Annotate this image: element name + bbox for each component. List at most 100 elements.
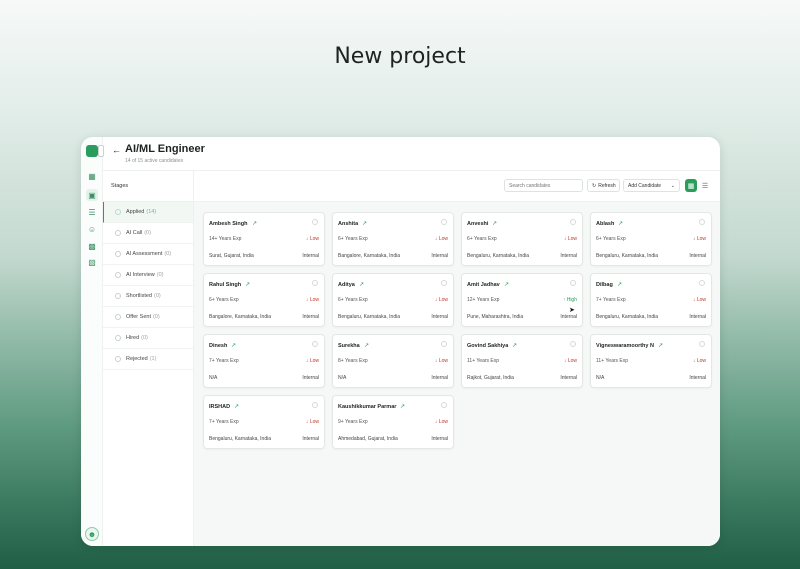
priority-label: Low — [309, 297, 319, 303]
stage-item[interactable]: Offer Sent (0) — [103, 307, 193, 328]
user-avatar-icon[interactable]: ☻ — [85, 527, 99, 541]
candidate-location: Surat, Gujarat, India — [209, 253, 254, 259]
select-checkbox[interactable] — [312, 280, 318, 286]
stage-item[interactable]: AI Assessment (0) — [103, 244, 193, 265]
external-link-icon[interactable]: ↗ — [492, 220, 497, 227]
candidate-experience: 12+ Years Exp — [467, 297, 500, 303]
main-content: ↻ Refresh Add Candidate ⌄ ▦ ☰ Ambesh Sin… — [194, 171, 720, 546]
stage-count: (0) — [164, 251, 172, 257]
external-link-icon[interactable]: ↗ — [252, 220, 257, 227]
external-link-icon[interactable]: ↗ — [234, 403, 239, 410]
external-link-icon[interactable]: ↗ — [364, 342, 369, 349]
select-checkbox[interactable] — [570, 219, 576, 225]
candidate-card[interactable]: Govind Sakhiya ↗ 11+ Years Exp ↓ Low Rajkot,… — [461, 334, 583, 388]
candidate-source: Internal — [431, 436, 448, 442]
candidate-name: Dilbag — [596, 282, 613, 288]
select-checkbox[interactable] — [699, 219, 705, 225]
priority-badge: ↓ Low — [306, 419, 319, 425]
select-checkbox[interactable] — [441, 341, 447, 347]
candidate-source: Internal — [302, 436, 319, 442]
stage-item[interactable]: AI Call (0) — [103, 223, 193, 244]
priority-label: Low — [567, 358, 577, 364]
database-icon[interactable]: ☰ — [86, 206, 98, 218]
candidate-name: Amit Jadhav — [467, 282, 500, 288]
select-checkbox[interactable] — [441, 219, 447, 225]
stage-count: (1) — [149, 356, 157, 362]
stage-count: (0) — [156, 272, 164, 278]
candidate-experience: 14+ Years Exp — [209, 236, 242, 242]
building-icon[interactable]: ▩ — [86, 240, 98, 252]
select-checkbox[interactable] — [312, 219, 318, 225]
select-checkbox[interactable] — [441, 402, 447, 408]
priority-label: High — [566, 297, 577, 303]
candidate-card[interactable]: Anshita ↗ 6+ Years Exp ↓ Low Bangalore, Karn… — [332, 212, 454, 266]
list-view-icon[interactable]: ☰ — [699, 179, 711, 192]
candidate-source: Internal — [431, 314, 448, 320]
stage-radio-icon — [115, 314, 121, 320]
priority-badge: ↓ Low — [693, 236, 706, 242]
external-link-icon[interactable]: ↗ — [400, 403, 405, 410]
candidate-card[interactable]: Rahul Singh ↗ 6+ Years Exp ↓ Low Bangalore, … — [203, 273, 325, 327]
candidate-name: Ablash — [596, 221, 615, 227]
users-icon[interactable]: ☺ — [86, 223, 98, 235]
sidebar-toggle-icon[interactable] — [98, 145, 104, 157]
priority-label: Low — [438, 358, 448, 364]
external-link-icon[interactable]: ↗ — [362, 220, 367, 227]
priority-badge: ↓ Low — [306, 236, 319, 242]
stage-item[interactable]: Shortlisted (0) — [103, 286, 193, 307]
candidate-card[interactable]: Ablash ↗ 6+ Years Exp ↓ Low Bengaluru, Karna… — [590, 212, 712, 266]
select-checkbox[interactable] — [441, 280, 447, 286]
add-candidate-button[interactable]: Add Candidate ⌄ — [623, 179, 680, 192]
select-checkbox[interactable] — [312, 402, 318, 408]
select-checkbox[interactable] — [699, 341, 705, 347]
candidate-card[interactable]: Anveshi ↗ 6+ Years Exp ↓ Low Bengaluru, Karn… — [461, 212, 583, 266]
candidate-location: Bengaluru, Karnataka, India — [209, 436, 271, 442]
external-link-icon[interactable]: ↗ — [512, 342, 517, 349]
truck-icon[interactable]: ▧ — [86, 256, 98, 268]
candidate-experience: 9+ Years Exp — [338, 419, 368, 425]
external-link-icon[interactable]: ↗ — [504, 281, 509, 288]
search-input[interactable] — [504, 179, 583, 192]
candidate-name: Anveshi — [467, 221, 489, 227]
candidate-experience: 6+ Years Exp — [338, 297, 368, 303]
candidate-name: Aditya — [338, 282, 355, 288]
candidate-location: Ahmedabad, Gujarat, India — [338, 436, 398, 442]
candidate-card[interactable]: Vigneswaramoorthy N ↗ 11+ Years Exp ↓ Low N/… — [590, 334, 712, 388]
grid-view-icon[interactable]: ▦ — [685, 179, 697, 192]
select-checkbox[interactable] — [570, 280, 576, 286]
external-link-icon[interactable]: ↗ — [245, 281, 250, 288]
external-link-icon[interactable]: ↗ — [359, 281, 364, 288]
candidate-card[interactable]: Aditya ↗ 6+ Years Exp ↓ Low Bengaluru, Karna… — [332, 273, 454, 327]
stage-item[interactable]: Hired (0) — [103, 328, 193, 349]
priority-badge: ↓ Low — [564, 358, 577, 364]
refresh-button[interactable]: ↻ Refresh — [587, 179, 620, 192]
stage-item[interactable]: Applied (14) — [103, 202, 193, 223]
select-checkbox[interactable] — [312, 341, 318, 347]
stage-item[interactable]: Rejected (1) — [103, 349, 193, 370]
dashboard-icon[interactable]: ▦ — [86, 170, 98, 182]
external-link-icon[interactable]: ↗ — [658, 342, 663, 349]
candidate-experience: 7+ Years Exp — [209, 419, 239, 425]
candidate-card[interactable]: IRSHAD ↗ 7+ Years Exp ↓ Low Bengaluru, Karna… — [203, 395, 325, 449]
external-link-icon[interactable]: ↗ — [618, 220, 623, 227]
select-checkbox[interactable] — [570, 341, 576, 347]
candidate-card[interactable]: Amit Jadhav ↗ 12+ Years Exp ↑ High Pune, Mah… — [461, 273, 583, 327]
candidate-card[interactable]: Dinesh ↗ 7+ Years Exp ↓ Low N/A Internal — [203, 334, 325, 388]
arrow-left-icon[interactable]: ← — [112, 145, 121, 155]
stage-item[interactable]: AI Interview (0) — [103, 265, 193, 286]
chevron-down-icon: ⌄ — [670, 182, 675, 189]
candidate-card[interactable]: Ambesh Singh ↗ 14+ Years Exp ↓ Low Surat, Gu… — [203, 212, 325, 266]
briefcase-icon[interactable]: ▣ — [86, 189, 98, 201]
priority-label: Low — [309, 236, 319, 242]
candidate-source: Internal — [302, 314, 319, 320]
candidate-card[interactable]: Kaushikkumar Parmar ↗ 9+ Years Exp ↓ Low Ahm… — [332, 395, 454, 449]
stage-radio-icon — [115, 293, 121, 299]
select-checkbox[interactable] — [699, 280, 705, 286]
external-link-icon[interactable]: ↗ — [617, 281, 622, 288]
app-window: ▦ ▣ ☰ ☺ ▩ ▧ ☻ ← AI/ML Engineer 14 of 15 … — [81, 137, 720, 546]
candidate-location: N/A — [209, 375, 218, 381]
candidate-card[interactable]: Dilbag ↗ 7+ Years Exp ↓ Low Bengaluru, Karna… — [590, 273, 712, 327]
stage-radio-icon — [115, 230, 121, 236]
candidate-card[interactable]: Surekha ↗ 8+ Years Exp ↓ Low N/A Internal — [332, 334, 454, 388]
external-link-icon[interactable]: ↗ — [231, 342, 236, 349]
